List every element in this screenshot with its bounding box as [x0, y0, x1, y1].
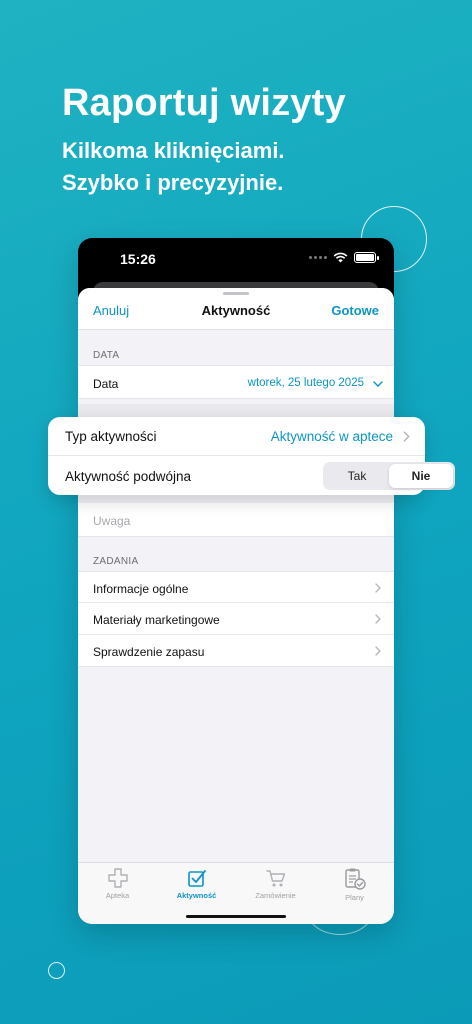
promo-headline: Raportuj wizyty — [62, 82, 346, 124]
sheet-grabber[interactable] — [223, 292, 249, 295]
date-row[interactable]: Data wtorek, 25 lutego 2025 — [78, 365, 394, 399]
date-value: wtorek, 25 lutego 2025 — [247, 377, 364, 389]
activity-sheet: Anuluj Aktywność Gotowe DATA Data wtorek… — [78, 288, 394, 924]
battery-icon — [354, 252, 379, 263]
task-row-stock-check[interactable]: Sprawdzenie zapasu — [78, 635, 394, 667]
tab-plany[interactable]: Plany — [315, 867, 394, 902]
double-activity-label: Aktywność podwójna — [65, 469, 192, 484]
done-button[interactable]: Gotowe — [331, 303, 379, 318]
segment-option-tak[interactable]: Tak — [325, 464, 389, 488]
clipboard-check-icon — [344, 868, 366, 890]
activity-type-row[interactable]: Typ aktywności Aktywność w aptece — [48, 417, 425, 456]
promo-subtitle-line-1: Kilkoma kliknięciami. — [62, 138, 285, 163]
home-indicator — [186, 915, 286, 918]
status-time: 15:26 — [120, 251, 156, 267]
checkbox-icon — [187, 870, 206, 887]
double-activity-segmented-control: Tak Nie — [323, 462, 455, 490]
activity-type-label: Typ aktywności — [65, 429, 157, 444]
task-label: Informacje ogólne — [93, 582, 189, 596]
tab-label: Plany — [345, 893, 364, 902]
tasks-section-header: ZADANIA — [93, 556, 139, 567]
status-icons — [309, 252, 379, 263]
data-section-header: DATA — [93, 350, 120, 361]
tab-aktywnosc[interactable]: Aktywność — [157, 867, 236, 900]
signal-dots-icon — [309, 256, 327, 259]
task-label: Sprawdzenie zapasu — [93, 645, 205, 659]
wifi-icon — [333, 252, 348, 263]
note-row[interactable]: Uwaga — [78, 503, 394, 537]
cart-icon — [265, 870, 285, 887]
task-row-general-info[interactable]: Informacje ogólne — [78, 571, 394, 603]
segment-option-nie[interactable]: Nie — [389, 464, 453, 488]
activity-details-card: Typ aktywności Aktywność w aptece Aktywn… — [48, 417, 455, 495]
nav-bar: Anuluj Aktywność Gotowe — [78, 288, 394, 330]
promo-subtitle-line-2: Szybko i precyzyjnie. — [62, 170, 284, 195]
tab-label: Aktywność — [176, 891, 217, 900]
tab-zamowienie[interactable]: Zamówienie — [236, 867, 315, 900]
chevron-right-icon — [375, 583, 381, 593]
decorative-circle-small — [48, 962, 65, 979]
chevron-right-icon — [375, 646, 381, 656]
activity-type-value: Aktywność w aptece — [270, 429, 393, 444]
chevron-right-icon — [403, 431, 410, 442]
chevron-right-icon — [375, 614, 381, 624]
note-placeholder: Uwaga — [93, 514, 131, 528]
tab-label: Apteka — [105, 891, 130, 900]
tab-apteka[interactable]: Apteka — [78, 867, 157, 900]
chevron-down-icon — [373, 381, 383, 387]
task-row-marketing[interactable]: Materiały marketingowe — [78, 603, 394, 635]
phone-mockup: 15:26 Anuluj Aktywność Gotowe DATA Data … — [78, 238, 394, 924]
pharmacy-cross-icon — [107, 868, 128, 888]
tab-label: Zamówienie — [255, 891, 296, 900]
date-label: Data — [93, 377, 119, 391]
task-label: Materiały marketingowe — [93, 613, 220, 627]
tab-bar: Apteka Aktywność Zamówienie Plany — [78, 862, 394, 924]
